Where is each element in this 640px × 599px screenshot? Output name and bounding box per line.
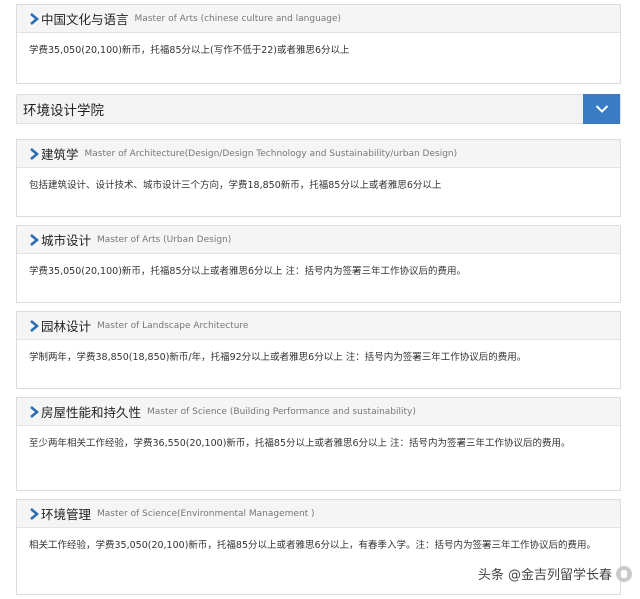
program-description: 相关工作经验，学费35,050(20,100)新币，托福85分以上或者雅思6分以… bbox=[29, 540, 597, 551]
program-card-chinese-culture: 中国文化与语言 Master of Arts (chinese culture … bbox=[16, 4, 621, 84]
program-description: 至少两年相关工作经验，学费36,550(20,100)新币，托福85分以上或者雅… bbox=[29, 438, 571, 449]
chevron-right-icon bbox=[30, 233, 39, 246]
section-toggle-button[interactable] bbox=[583, 94, 620, 124]
chevron-right-icon bbox=[30, 12, 39, 25]
program-card-urban-design: 城市设计 Master of Arts (Urban Design) 学费35,… bbox=[16, 225, 621, 303]
program-title-cn: 建筑学 bbox=[41, 147, 79, 162]
program-card-header[interactable]: 环境管理 Master of Science(Environmental Man… bbox=[17, 500, 620, 528]
section-title: 环境设计学院 bbox=[23, 103, 104, 119]
chevron-right-icon bbox=[30, 319, 39, 332]
program-card-header[interactable]: 城市设计 Master of Arts (Urban Design) bbox=[17, 226, 620, 254]
watermark-text: 头条 @金吉列留学长春 bbox=[477, 568, 612, 583]
program-card-header[interactable]: 房屋性能和持久性 Master of Science (Building Per… bbox=[17, 398, 620, 426]
program-description: 包括建筑设计、设计技术、城市设计三个方向，学费18,850新币，托福85分以上或… bbox=[29, 180, 442, 191]
section-header-environment-design[interactable]: 环境设计学院 bbox=[16, 94, 621, 124]
program-title-en: Master of Landscape Architecture bbox=[97, 320, 249, 331]
program-description: 学费35,050(20,100)新币，托福85分以上或者雅思6分以上 注：括号内… bbox=[29, 266, 467, 277]
program-title-en: Master of Arts (chinese culture and lang… bbox=[134, 13, 342, 24]
program-title-cn: 园林设计 bbox=[41, 319, 92, 334]
watermark: 头条 @金吉列留学长春 bbox=[478, 564, 632, 583]
program-title-cn: 城市设计 bbox=[41, 233, 92, 248]
program-card-header[interactable]: 中国文化与语言 Master of Arts (chinese culture … bbox=[17, 5, 620, 33]
program-card-landscape: 园林设计 Master of Landscape Architecture 学制… bbox=[16, 311, 621, 389]
chevron-down-icon bbox=[595, 105, 608, 113]
program-description: 学制两年，学费38,850(18,850)新币/年，托福92分以上或者雅思6分以… bbox=[29, 352, 527, 363]
program-card-building-performance: 房屋性能和持久性 Master of Science (Building Per… bbox=[16, 397, 621, 491]
program-title-cn: 环境管理 bbox=[41, 507, 92, 522]
program-title-en: Master of Arts (Urban Design) bbox=[97, 234, 232, 245]
program-card-architecture: 建筑学 Master of Architecture(Design/Design… bbox=[16, 139, 621, 217]
chevron-right-icon bbox=[30, 405, 39, 418]
program-description: 学费35,050(20,100)新币，托福85分以上(写作不低于22)或者雅思6… bbox=[29, 45, 350, 56]
program-title-en: Master of Science (Building Performance … bbox=[147, 406, 416, 417]
program-card-header[interactable]: 园林设计 Master of Landscape Architecture bbox=[17, 312, 620, 340]
chevron-right-icon bbox=[30, 507, 39, 520]
program-title-en: Master of Science(Environmental Manageme… bbox=[97, 508, 315, 519]
chevron-right-icon bbox=[30, 147, 39, 160]
program-title-cn: 房屋性能和持久性 bbox=[41, 405, 142, 420]
program-card-header[interactable]: 建筑学 Master of Architecture(Design/Design… bbox=[17, 140, 620, 168]
program-title-cn: 中国文化与语言 bbox=[41, 12, 129, 27]
watermark-logo-icon bbox=[616, 565, 632, 582]
program-title-en: Master of Architecture(Design/Design Tec… bbox=[84, 148, 458, 159]
